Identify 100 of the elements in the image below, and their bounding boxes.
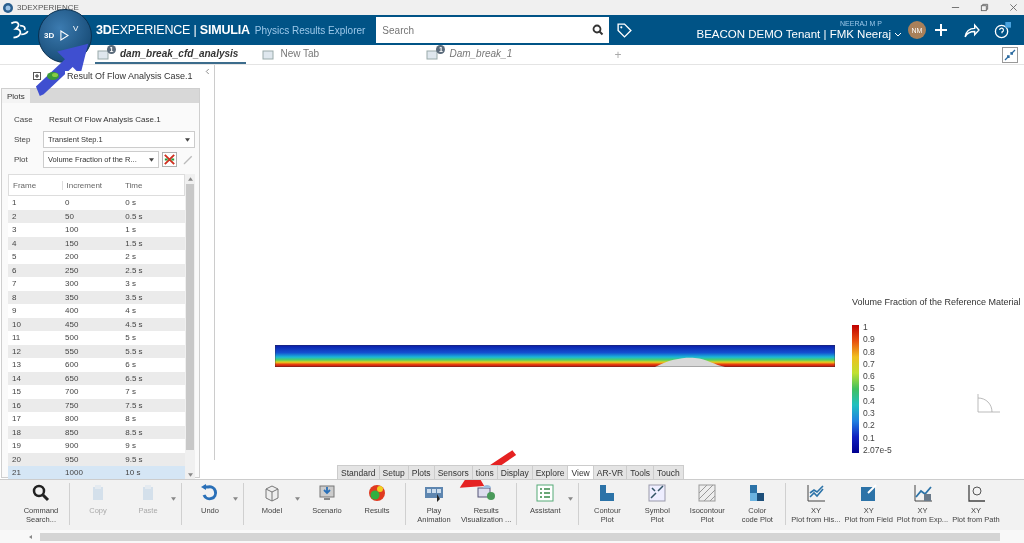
table-row[interactable]: 15 700 7 s	[8, 385, 185, 399]
scroll-up-icon[interactable]	[187, 177, 193, 181]
scroll-left-icon[interactable]	[28, 533, 34, 540]
ribbon-tab[interactable]: Display	[496, 465, 533, 479]
table-row[interactable]: 21 1000 10 s	[8, 466, 185, 480]
table-row[interactable]: 1 0 0 s	[8, 196, 185, 210]
table-cell-text: 10	[11, 319, 22, 329]
ribbon-tab[interactable]: Touch	[653, 465, 684, 479]
table-cell-text: 4	[11, 238, 18, 248]
column-header[interactable]: Frame	[9, 180, 62, 190]
table-cell-text: 100	[64, 225, 80, 235]
table-cell-text: 1000	[64, 468, 84, 478]
legend-label: 0.2	[863, 419, 876, 432]
table-cell-text: 700	[64, 387, 80, 397]
help-icon[interactable]	[994, 21, 1011, 39]
legend-label: 0.8	[863, 345, 876, 358]
table-cell-text: 10 s	[124, 468, 142, 478]
scrollbar-thumb[interactable]	[40, 532, 1000, 541]
restore-icon[interactable]	[980, 3, 989, 12]
scroll-down-icon[interactable]	[187, 472, 193, 477]
table-cell-text: 600	[64, 360, 80, 370]
collapse-panel-icon[interactable]	[205, 68, 210, 75]
table-cell-text: 7.5 s	[124, 400, 144, 410]
logo-icon	[8, 19, 30, 41]
play-icon[interactable]	[60, 30, 69, 41]
document-tab[interactable]: New Tab	[260, 45, 381, 64]
dropdown-caret-icon	[171, 497, 176, 501]
table-row[interactable]: 3 100 1 s	[8, 223, 185, 237]
panel-tab[interactable]: Plots	[2, 89, 30, 103]
table-cell-text: 12	[11, 346, 22, 356]
search-icon	[30, 483, 52, 503]
arrows-icon[interactable]	[162, 152, 177, 167]
table-cell-text: 9	[11, 306, 18, 316]
table-row[interactable]: 9 400 4 s	[8, 304, 185, 318]
legend-label: 0.3	[863, 407, 876, 420]
table-cell-text: 5 s	[124, 333, 137, 343]
share-icon[interactable]	[963, 21, 980, 39]
table-cell-text: 4 s	[124, 306, 137, 316]
table-cell-text: 7 s	[124, 387, 137, 397]
legend-label: 1	[863, 321, 869, 334]
table-cell-text: 14	[11, 373, 22, 383]
table-row[interactable]: 11 500 5 s	[8, 331, 185, 345]
table-cell-text: 800	[64, 414, 80, 424]
legend-label: 0.7	[863, 357, 876, 371]
table-cell-text: 5	[11, 252, 18, 262]
table-cell-text: 16	[11, 400, 22, 410]
table-cell-text: 300	[64, 279, 80, 289]
table-cell-text: 11	[11, 333, 22, 343]
hatched-icon	[696, 483, 719, 503]
table-cell-text: 0.5 s	[124, 211, 144, 221]
table-row[interactable]: 19 900 9 s	[8, 439, 185, 453]
app-name: Physics Results Explorer	[254, 24, 366, 36]
table-cell-text: 9 s	[124, 441, 137, 451]
table-row[interactable]: 5 200 2 s	[8, 250, 185, 264]
ribbon-tab[interactable]: tions	[471, 465, 498, 479]
ribbon-tab[interactable]: Sensors	[433, 465, 473, 479]
column-header[interactable]: Time	[121, 180, 167, 190]
sphere-icon	[366, 483, 388, 503]
dropdown-caret-icon	[295, 497, 300, 501]
legend-label: 0.1	[863, 431, 876, 444]
table-cell-text: 8	[11, 292, 18, 302]
legend-label: 0.5	[863, 382, 876, 395]
legend-label: 0.4	[863, 394, 876, 408]
tag-icon[interactable]	[616, 21, 634, 39]
ribbon-tab[interactable]: Setup	[378, 465, 409, 479]
table-cell-text: 200	[64, 252, 80, 262]
dropdown-caret-icon	[149, 157, 154, 162]
collapse-icon[interactable]	[1002, 46, 1018, 63]
scrollbar[interactable]	[185, 174, 195, 480]
bar-chart-icon	[911, 483, 934, 503]
table-row[interactable]: 7 300 3 s	[8, 277, 185, 291]
close-icon[interactable]	[1009, 3, 1018, 12]
column-header[interactable]: Increment	[61, 180, 121, 190]
table-cell-text: 3 s	[124, 279, 137, 289]
table-cell-text: 6 s	[124, 360, 137, 370]
tenant-menu[interactable]: BEACON DEMO Tenant | FMK Neeraj	[696, 28, 902, 40]
ribbon-tab[interactable]: Tools	[626, 465, 655, 479]
table-cell-text: 150	[64, 238, 80, 248]
ribbon-tab[interactable]: Plots	[407, 465, 435, 479]
table-cell-text: 15	[11, 387, 22, 397]
search-button[interactable]	[587, 17, 610, 43]
table-cell-text: 17	[11, 414, 22, 424]
ribbon-tab[interactable]: View	[567, 465, 594, 479]
search-field[interactable]: Search	[376, 17, 588, 43]
dropdown-caret-icon	[568, 497, 574, 501]
table-row[interactable]: 13 600 6 s	[8, 358, 185, 372]
plus-icon[interactable]	[933, 22, 949, 38]
table-row[interactable]: 17 800 8 s	[8, 412, 185, 426]
expand-icon[interactable]	[33, 72, 41, 80]
table-cell-text: 6.5 s	[124, 373, 144, 383]
tree-item[interactable]: Result Of Flow Analysis Case.1	[65, 71, 195, 81]
dropdown-caret-icon	[233, 497, 238, 501]
table-cell-text: 2 s	[124, 252, 137, 262]
ribbon-tab[interactable]: Standard	[337, 465, 380, 479]
table-cell-text: 950	[64, 454, 80, 464]
search-icon	[592, 24, 605, 36]
monitor-icon	[316, 483, 338, 503]
table-cell-text: 1	[11, 198, 18, 208]
table-cell-text: 13	[11, 360, 22, 370]
app-icon	[3, 2, 13, 13]
